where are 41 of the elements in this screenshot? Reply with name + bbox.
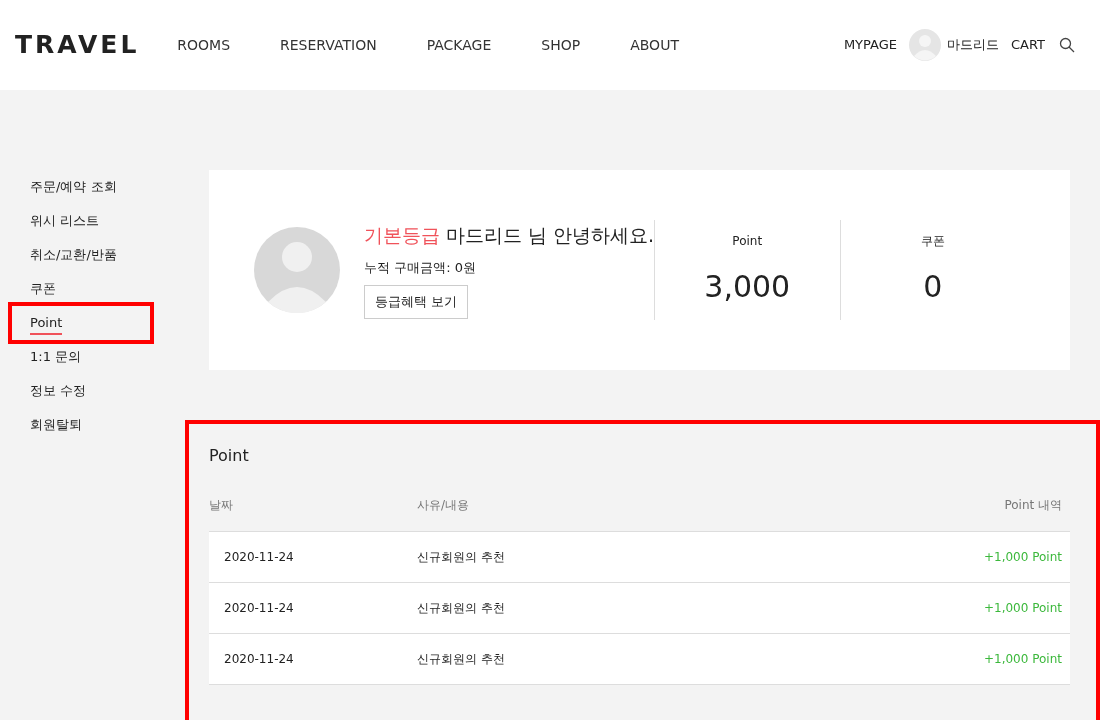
sidebar-item[interactable]: 위시 리스트 (30, 211, 100, 231)
avatar-icon (909, 29, 941, 61)
username-link[interactable]: 마드리드 (947, 35, 999, 55)
nav-link[interactable]: SHOP (541, 34, 581, 56)
stat-label: 쿠폰 (920, 232, 945, 250)
greeting-text: 마드리드 님 안녕하세요. (446, 223, 655, 249)
table-cell-text: 2020-11-24 (223, 600, 295, 617)
nav-link[interactable]: ROOMS (177, 34, 231, 56)
purchase-total: 누적 구매금액: 0원 (364, 258, 476, 277)
nav-link[interactable]: RESERVATION (280, 34, 377, 56)
column-header: 사유/내용 (417, 497, 471, 514)
benefits-button[interactable]: 등급혜택 보기 (364, 285, 469, 319)
member-grade: 기본등급 (364, 223, 440, 249)
table-cell-text: +1,000 Point (982, 549, 1063, 566)
section-title: Point (209, 445, 250, 467)
table-cell-text: 신규회원의 추천 (417, 651, 506, 668)
column-header: 날짜 (209, 497, 234, 514)
column-header: Point 내역 (1003, 497, 1063, 514)
table-cell-text: +1,000 Point (982, 600, 1063, 617)
sidebar-item[interactable]: 1:1 문의 (30, 347, 82, 367)
stat-value: 3,000 (704, 267, 791, 306)
avatar-icon (254, 227, 340, 313)
stat-label: Point (732, 232, 763, 250)
cart-link[interactable]: CART (1011, 35, 1045, 55)
nav-link[interactable]: PACKAGE (426, 34, 492, 56)
search-icon[interactable] (1059, 37, 1075, 53)
table-cell-text: 2020-11-24 (223, 651, 295, 668)
sidebar-item[interactable]: 쿠폰 (30, 279, 56, 299)
table-cell-text: +1,000 Point (982, 651, 1063, 668)
sidebar-item[interactable]: 취소/교환/반품 (30, 245, 117, 265)
table-cell-text: 신규회원의 추천 (417, 600, 506, 617)
table-cell-text: 2020-11-24 (223, 549, 295, 566)
table-cell-text: 신규회원의 추천 (417, 549, 506, 566)
sidebar-item[interactable]: 회원탈퇴 (30, 415, 82, 435)
sidebar-item[interactable]: 주문/예약 조회 (30, 177, 117, 197)
mypage-link[interactable]: MYPAGE (843, 35, 897, 55)
sidebar-item[interactable]: 정보 수정 (30, 381, 87, 401)
sidebar-item[interactable]: Point (30, 311, 63, 335)
stat-value: 0 (923, 267, 943, 306)
nav-link[interactable]: ABOUT (630, 34, 679, 56)
logo[interactable]: TRAVEL (15, 26, 140, 64)
